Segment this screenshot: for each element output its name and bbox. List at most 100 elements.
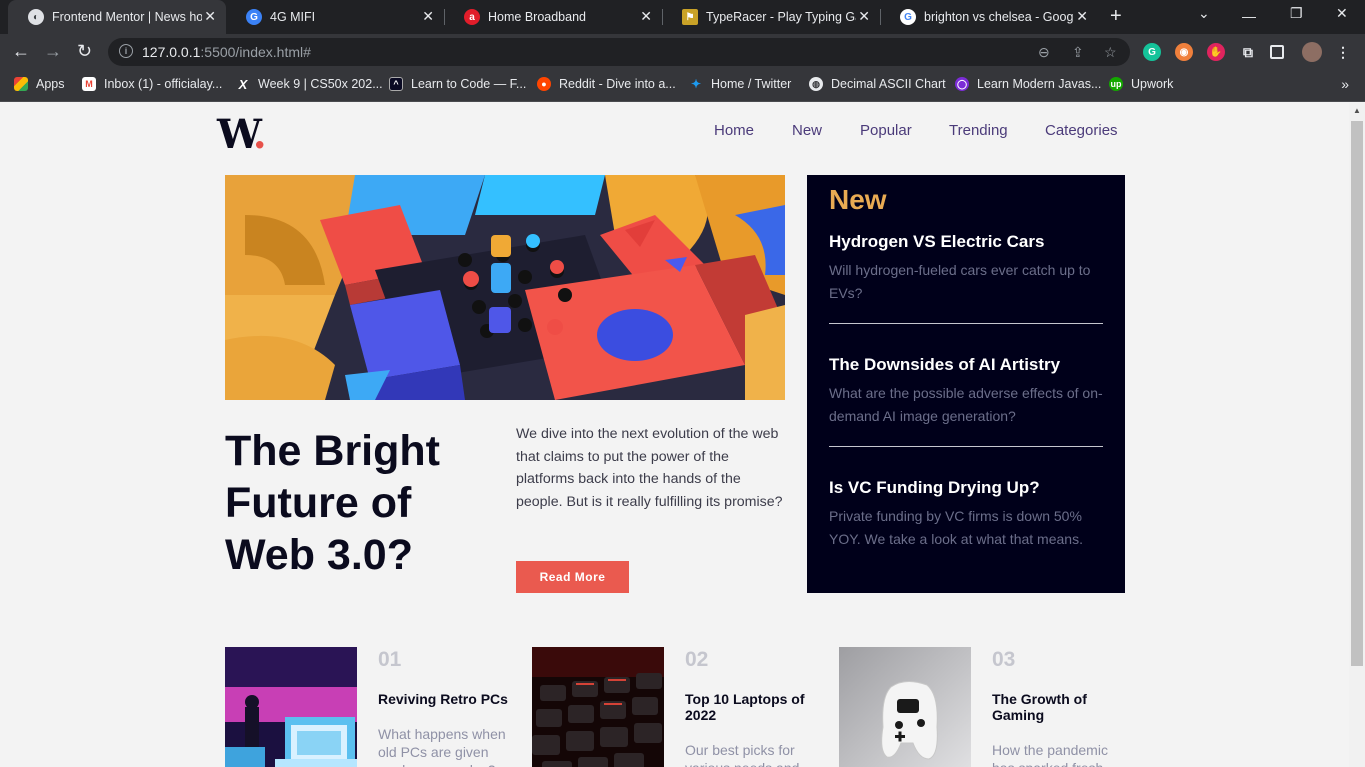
bookmark-gmail[interactable]: M Inbox (1) - officialay... [82,77,222,91]
restore-icon[interactable]: ❐ [1290,5,1303,22]
scroll-up-arrow-icon[interactable]: ▲ [1353,106,1361,115]
gmail-icon: M [82,77,96,91]
card-image-retro-pc[interactable] [225,647,357,767]
card-title[interactable]: The Growth of Gaming [992,691,1122,723]
close-tab-icon[interactable]: ✕ [204,8,216,25]
tab-search-chevron-icon[interactable]: ⌄ [1198,5,1210,22]
retro-pc-illustration [225,647,357,767]
extensions-puzzle-icon[interactable]: ⧉ [1239,43,1257,61]
card-image-laptop[interactable] [532,647,664,767]
minimize-icon[interactable]: — [1242,8,1256,24]
tab-title: Frontend Mentor | News hom [52,10,202,24]
globe-icon: G [246,9,262,25]
tab-frontend-mentor[interactable]: ◐ Frontend Mentor | News hom ✕ [8,0,226,34]
scrimba-icon: ◯ [955,77,969,91]
bookmark-ascii-chart[interactable]: ◍ Decimal ASCII Chart [809,77,946,91]
reload-icon[interactable]: ↻ [77,41,92,62]
new-item-description: What are the possible adverse effects of… [829,385,1103,424]
zoom-icon[interactable]: ⊖ [1038,44,1050,61]
site-logo[interactable]: W. [217,115,267,155]
bookmark-label: Week 9 | CS50x 202... [258,77,383,91]
new-item-title[interactable]: The Downsides of AI Artistry [829,355,1060,375]
nav-trending[interactable]: Trending [949,122,1008,139]
card-title[interactable]: Reviving Retro PCs [378,691,508,707]
read-more-button[interactable]: Read More [516,561,629,593]
scroll-thumb[interactable] [1351,121,1363,666]
profile-avatar[interactable] [1302,42,1322,62]
close-tab-icon[interactable]: ✕ [640,8,652,25]
site-info-icon[interactable]: i [119,44,133,58]
bookmark-label: Decimal ASCII Chart [831,77,946,91]
new-tab-icon[interactable]: + [1110,5,1122,28]
tab-home-broadband[interactable]: a Home Broadband ✕ [444,0,662,34]
tab-title: Home Broadband [488,10,586,24]
new-articles-panel: New Hydrogen VS Electric Cars Will hydro… [807,175,1125,593]
bookmark-label: Inbox (1) - officialay... [104,77,223,91]
typeracer-icon: ⚑ [682,9,698,25]
nav-categories[interactable]: Categories [1045,122,1118,139]
upwork-icon: up [1109,77,1123,91]
bookmark-label: Home / Twitter [711,77,792,91]
close-window-icon[interactable]: ✕ [1336,5,1348,22]
bookmark-star-icon[interactable]: ☆ [1104,44,1117,61]
url-path: :5500/index.html# [200,44,311,60]
nav-popular[interactable]: Popular [860,122,912,139]
frontend-mentor-icon: ◐ [28,9,44,25]
bookmark-reddit[interactable]: ● Reddit - Dive into a... [537,77,676,91]
card-number: 02 [685,648,709,671]
card-image-gaming[interactable] [839,647,971,767]
rss-extension-icon[interactable]: ◉ [1175,43,1193,61]
hero-title: The Bright Future of Web 3.0? [225,427,440,579]
bookmark-apps[interactable]: Apps [14,77,65,91]
bookmarks-bar: Apps M Inbox (1) - officialay... X Week 9 … [0,70,1365,102]
tab-google-search[interactable]: G brighton vs chelsea - Google ✕ [880,0,1098,34]
bookmark-label: Upwork [1131,77,1174,91]
keyboard-illustration [532,647,664,767]
page-scrollbar[interactable]: ▲ [1349,103,1365,767]
tab-title: TypeRacer - Play Typing Gam [706,10,856,24]
new-item-title[interactable]: Hydrogen VS Electric Cars [829,232,1044,252]
menu-kebab-icon[interactable]: ⋮ [1334,43,1352,61]
tab-4g-mifi[interactable]: G 4G MIFI ✕ [226,0,444,34]
new-item-description: Private funding by VC firms is down 50% … [829,508,1083,547]
reddit-icon: ● [537,77,551,91]
globe-icon: ◍ [809,77,823,91]
hero-image [225,175,785,400]
grammarly-icon[interactable]: G [1143,43,1161,61]
bookmark-cs50[interactable]: X Week 9 | CS50x 202... [236,77,383,92]
logo-dot: . [252,111,267,158]
address-bar[interactable]: i 127.0.0.1:5500/index.html# ⊖ ⇪ ☆ [108,38,1130,66]
card-title[interactable]: Top 10 Laptops of 2022 [685,691,815,723]
card-number: 03 [992,648,1016,671]
bookmark-freecodecamp[interactable]: ^ Learn to Code — F... [389,77,526,91]
nav-new[interactable]: New [792,122,822,139]
new-item-title[interactable]: Is VC Funding Drying Up? [829,478,1040,498]
twitter-icon: ✦ [690,77,702,91]
airtel-icon: a [464,9,480,25]
divider [829,323,1103,324]
tab-title: 4G MIFI [270,10,316,24]
forward-arrow-icon[interactable]: → [44,41,62,62]
bookmark-upwork[interactable]: up Upwork [1109,77,1173,91]
close-tab-icon[interactable]: ✕ [858,8,870,25]
bookmark-twitter[interactable]: ✦ Home / Twitter [689,77,791,91]
tab-title: brighton vs chelsea - Google [924,10,1074,24]
tab-typeracer[interactable]: ⚑ TypeRacer - Play Typing Gam ✕ [662,0,880,34]
bookmarks-overflow-icon[interactable]: » [1341,76,1349,92]
game-controller-illustration [839,647,971,767]
card-number: 01 [378,648,402,671]
card-description: Our best picks for various needs and bud… [685,742,799,767]
freecodecamp-icon: ^ [389,77,403,91]
close-tab-icon[interactable]: ✕ [422,8,434,25]
bookmark-label: Learn to Code — F... [411,77,527,91]
side-panel-icon[interactable] [1270,45,1284,59]
nav-home[interactable]: Home [714,122,754,139]
bookmark-label: Apps [36,77,65,91]
close-tab-icon[interactable]: ✕ [1076,8,1088,25]
back-arrow-icon[interactable]: ← [12,41,30,62]
bookmark-scrimba[interactable]: ◯ Learn Modern Javas... [955,77,1101,91]
divider [829,446,1103,447]
share-icon[interactable]: ⇪ [1072,44,1084,61]
adblock-extension-icon[interactable]: ✋ [1207,43,1225,61]
tab-strip: ◐ Frontend Mentor | News hom ✕ G 4G MIFI… [0,0,1365,34]
